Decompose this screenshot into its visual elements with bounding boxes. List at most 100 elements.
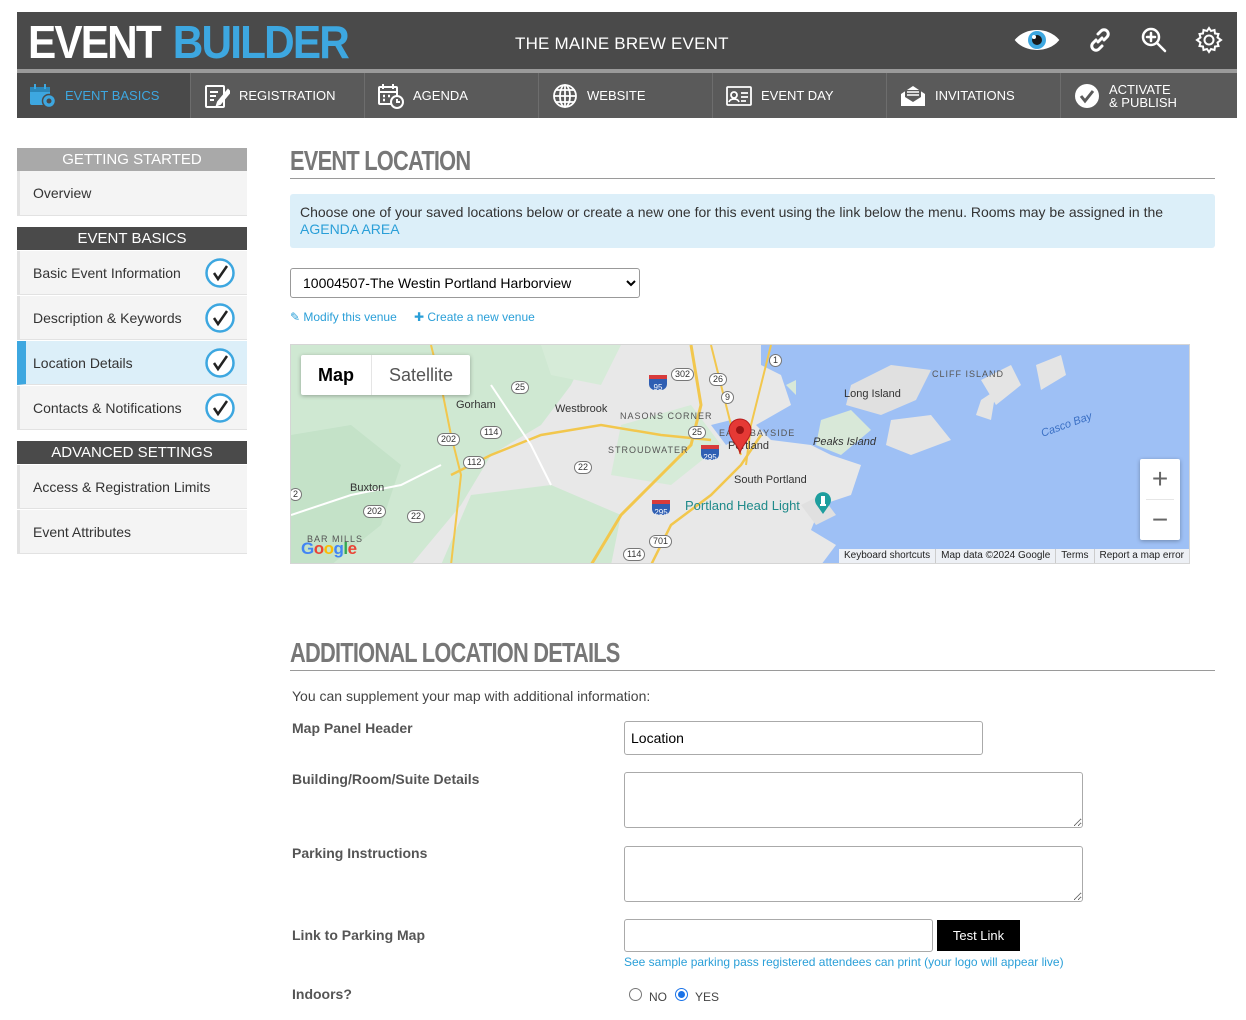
tab-registration[interactable]: REGISTRATION xyxy=(191,73,365,118)
route-shield: 1 xyxy=(769,354,783,367)
create-venue-link[interactable]: ✚ Create a new venue xyxy=(414,310,535,324)
map-label-gorham: Gorham xyxy=(456,399,496,411)
route-shield: 114 xyxy=(480,426,503,439)
interstate-shield: 295 xyxy=(701,445,719,462)
sidebar-item-location-details[interactable]: Location Details xyxy=(17,341,247,385)
app-header: EVENT BUILDER THE MAINE BREW EVENT xyxy=(17,12,1237,69)
route-shield: 202 xyxy=(437,433,461,446)
sidebar-item-event-attributes[interactable]: Event Attributes xyxy=(17,510,247,554)
calendar-gear-icon xyxy=(29,82,57,110)
map-label-nasons-corner: NASONS CORNER xyxy=(620,411,713,421)
indoors-label: Indoors? xyxy=(292,986,352,1002)
route-shield: 112 xyxy=(463,456,486,469)
event-title: THE MAINE BREW EVENT xyxy=(515,34,729,53)
completed-check-icon xyxy=(205,393,235,423)
completed-check-icon xyxy=(205,303,235,333)
google-logo: Google xyxy=(301,539,357,558)
envelope-icon xyxy=(899,82,927,110)
parking-instructions-label: Parking Instructions xyxy=(292,845,428,861)
map-label-peaks-island: Peaks Island xyxy=(813,436,876,448)
interstate-shield: 95 xyxy=(649,375,667,392)
route-shield: 9 xyxy=(721,391,735,404)
form-edit-icon xyxy=(203,82,231,110)
section-divider xyxy=(290,670,1215,671)
map-label-south-portland: South Portland xyxy=(734,474,807,486)
parking-instructions-textarea[interactable] xyxy=(624,846,1083,902)
sidebar-heading-advanced-settings: ADVANCED SETTINGS xyxy=(17,441,247,464)
tab-invitations[interactable]: INVITATIONS xyxy=(887,73,1061,118)
indoors-yes-label: YES xyxy=(695,990,720,1004)
badge-icon xyxy=(725,82,753,110)
map-type-map-button[interactable]: Map xyxy=(301,355,372,395)
sidebar-item-contacts-notifications[interactable]: Contacts & Notifications xyxy=(17,386,247,430)
publish-label: & PUBLISH xyxy=(1109,94,1177,110)
indoors-no-radio[interactable] xyxy=(629,988,642,1001)
map-label-stroudwater: STROUDWATER xyxy=(608,445,689,455)
keyboard-shortcuts-link[interactable]: Keyboard shortcuts xyxy=(839,549,935,563)
agenda-area-link[interactable]: AGENDA AREA xyxy=(300,221,400,237)
map-panel-header-input[interactable] xyxy=(624,721,983,755)
map-label-portland-head-light: Portland Head Light xyxy=(685,498,800,513)
building-details-label: Building/Room/Suite Details xyxy=(292,771,480,787)
info-box: Choose one of your saved locations below… xyxy=(290,194,1215,248)
route-shield: 22 xyxy=(407,510,426,523)
tab-event-day[interactable]: EVENT DAY xyxy=(713,73,887,118)
sidebar-item-basic-event-information[interactable]: Basic Event Information xyxy=(17,251,247,295)
map-type-control: Map Satellite xyxy=(301,355,471,395)
route-shield: 22 xyxy=(574,461,593,474)
sidebar-item-description-keywords[interactable]: Description & Keywords xyxy=(17,296,247,340)
route-shield: 114 xyxy=(623,548,646,561)
route-shield: 25 xyxy=(688,426,707,439)
modify-venue-link[interactable]: ✎ Modify this venue xyxy=(290,310,397,324)
route-shield: 202 xyxy=(363,505,387,518)
map-panel-header-label: Map Panel Header xyxy=(292,720,413,736)
route-shield: 701 xyxy=(649,535,673,548)
sidebar-item-access-registration-limits[interactable]: Access & Registration Limits xyxy=(17,465,247,509)
building-details-textarea[interactable] xyxy=(624,772,1083,828)
parking-pass-sample-link[interactable]: See sample parking pass registered atten… xyxy=(624,955,1064,969)
map-label-westbrook: Westbrook xyxy=(555,403,608,415)
map-label-buxton: Buxton xyxy=(350,482,385,494)
interstate-shield: 295 xyxy=(652,500,670,517)
calendar-clock-icon xyxy=(377,82,405,110)
additional-details-title: ADDITIONAL LOCATION DETAILS xyxy=(290,637,620,668)
report-map-error-link[interactable]: Report a map error xyxy=(1093,549,1189,563)
checkmark-circle-icon xyxy=(1073,82,1101,110)
parking-map-input[interactable] xyxy=(624,919,933,952)
route-shield: 302 xyxy=(671,368,695,381)
supplement-text: You can supplement your map with additio… xyxy=(292,688,651,704)
tab-agenda[interactable]: AGENDA xyxy=(365,73,539,118)
link-icon[interactable] xyxy=(1085,25,1115,55)
map-label-long-island: Long Island xyxy=(844,388,901,400)
event-builder-logo: EVENT BUILDER xyxy=(28,16,350,68)
map-footer: Keyboard shortcuts Map data ©2024 Google… xyxy=(838,549,1189,563)
lighthouse-poi-icon[interactable] xyxy=(813,491,833,515)
zoom-out-button[interactable]: − xyxy=(1140,500,1180,540)
tab-website[interactable]: WEBSITE xyxy=(539,73,713,118)
zoom-search-icon[interactable] xyxy=(1139,25,1169,55)
location-pin-icon[interactable] xyxy=(727,417,753,455)
sidebar-heading-event-basics: EVENT BASICS xyxy=(17,227,247,250)
zoom-control: + − xyxy=(1140,459,1180,540)
main-nav: EVENT BASICS REGISTRATION AGENDA WEBSITE… xyxy=(17,73,1237,118)
terms-link[interactable]: Terms xyxy=(1055,549,1093,563)
zoom-in-button[interactable]: + xyxy=(1140,459,1180,499)
venue-select[interactable]: 10004507-The Westin Portland Harborview xyxy=(290,268,640,298)
route-shield: 26 xyxy=(709,373,728,386)
map-type-satellite-button[interactable]: Satellite xyxy=(372,355,470,395)
sidebar-item-overview[interactable]: Overview xyxy=(17,171,247,216)
indoors-yes-radio[interactable] xyxy=(675,988,688,1001)
settings-gear-icon[interactable] xyxy=(1194,25,1224,55)
location-map[interactable]: Gorham Westbrook NASONS CORNER STROUDWAT… xyxy=(290,344,1190,564)
tab-activate-publish[interactable]: ACTIVATE & PUBLISH xyxy=(1061,73,1237,118)
completed-check-icon xyxy=(205,348,235,378)
preview-eye-icon[interactable] xyxy=(1013,25,1061,55)
event-location-title: EVENT LOCATION xyxy=(290,145,471,176)
globe-icon xyxy=(551,82,579,110)
test-link-button[interactable]: Test Link xyxy=(937,920,1020,951)
sidebar-heading-getting-started: GETTING STARTED xyxy=(17,148,247,171)
route-shield: 25 xyxy=(511,381,530,394)
tab-event-basics[interactable]: EVENT BASICS xyxy=(17,73,191,118)
section-divider xyxy=(290,178,1215,179)
parking-map-label: Link to Parking Map xyxy=(292,927,426,943)
